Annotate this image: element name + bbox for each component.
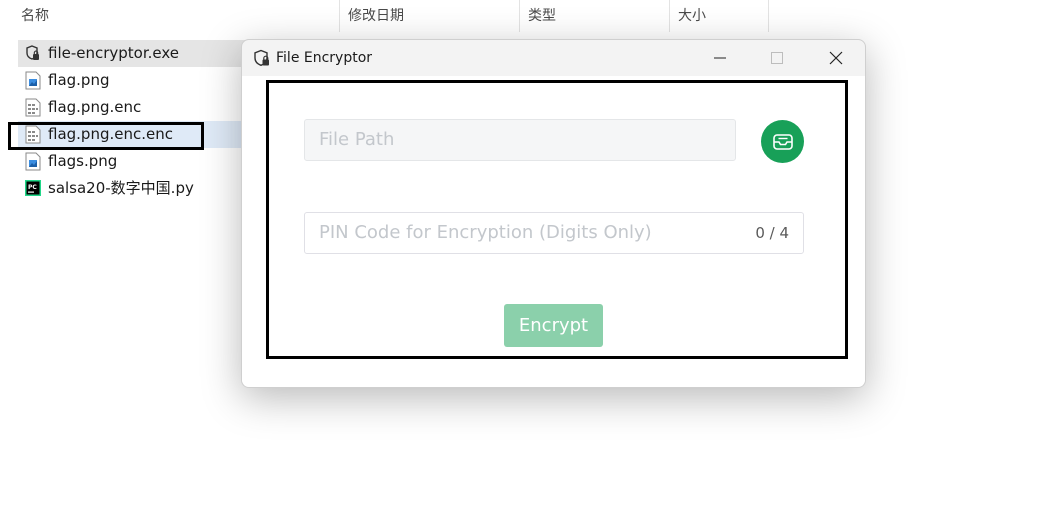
file-name: flags.png xyxy=(48,152,118,170)
close-icon xyxy=(829,51,843,65)
column-modified[interactable]: 修改日期 xyxy=(339,0,519,32)
minimize-icon xyxy=(714,57,726,59)
window-title: File Encryptor xyxy=(276,50,373,66)
file-name: salsa20-数字中国.py xyxy=(48,179,194,197)
pin-code-input[interactable]: PIN Code for Encryption (Digits Only) 0 … xyxy=(304,212,804,254)
pin-char-counter: 0 / 4 xyxy=(755,224,789,242)
close-button[interactable] xyxy=(813,40,859,76)
window-content: File Path PIN Code for Encryption (Digit… xyxy=(242,76,865,387)
column-name[interactable]: 名称 xyxy=(13,0,339,32)
inbox-icon xyxy=(772,133,793,150)
column-size[interactable]: 大小 xyxy=(669,0,769,32)
file-name: file-encryptor.exe xyxy=(48,44,180,62)
maximize-icon xyxy=(771,52,783,64)
maximize-button[interactable] xyxy=(754,40,800,76)
title-bar[interactable]: File Encryptor xyxy=(242,40,865,76)
minimize-button[interactable] xyxy=(697,40,743,76)
image-file-icon xyxy=(25,71,41,90)
file-encryptor-window: File Encryptor File Path PIN Code for En… xyxy=(241,39,866,388)
binary-file-icon xyxy=(25,98,41,117)
svg-text:PC: PC xyxy=(28,184,37,191)
column-type[interactable]: 类型 xyxy=(519,0,669,32)
file-name: flag.png.enc xyxy=(48,98,142,116)
image-file-icon xyxy=(25,152,41,171)
pycharm-file-icon: PC xyxy=(25,180,41,196)
browse-file-button[interactable] xyxy=(761,120,804,163)
shield-lock-icon xyxy=(254,49,269,67)
file-path-placeholder: File Path xyxy=(319,129,395,150)
pin-code-placeholder: PIN Code for Encryption (Digits Only) xyxy=(319,222,652,243)
highlight-annotation-box xyxy=(8,122,204,150)
encrypt-button-label: Encrypt xyxy=(518,315,589,336)
file-path-input[interactable]: File Path xyxy=(304,119,736,161)
column-header-row: ^ 名称 修改日期 类型 大小 xyxy=(0,0,1038,32)
shield-exe-icon xyxy=(26,45,39,60)
encrypt-button[interactable]: Encrypt xyxy=(504,304,603,347)
file-name: flag.png xyxy=(48,71,110,89)
